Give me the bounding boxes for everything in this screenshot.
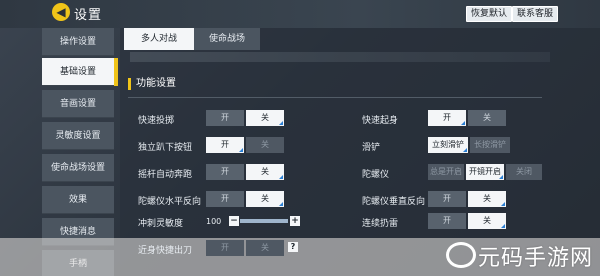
sidebar-item-audio-video[interactable]: 音画设置 — [42, 90, 114, 118]
auto-sprint-label: 摇杆自动奔跑 — [138, 170, 193, 180]
selected-tick-icon — [501, 202, 505, 206]
help-icon[interactable]: ? — [288, 242, 298, 252]
selected-tick-icon — [499, 175, 503, 179]
quick-jump-off[interactable]: 关 — [468, 110, 506, 126]
watermark-text: 元码手游网 — [478, 246, 594, 271]
grenade-label: 连续扔雷 — [362, 219, 399, 229]
watermark-logo-icon — [446, 242, 476, 268]
back-arrow-icon[interactable]: ◀ — [52, 3, 70, 21]
sprint-sensitivity-value: 100 — [206, 217, 222, 226]
melee-on[interactable]: 开 — [206, 240, 244, 256]
reset-default-button[interactable]: 恢复默认 — [466, 6, 513, 22]
sidebar-item-br-settings[interactable]: 使命战场设置 — [42, 154, 114, 182]
active-indicator — [114, 58, 118, 86]
gyro-vertical-label: 陀螺仪垂直反向 — [362, 197, 426, 207]
sidebar-item-basic[interactable]: 基础设置 — [42, 58, 114, 86]
sensitivity-plus-button[interactable]: + — [290, 216, 300, 226]
sensitivity-slider[interactable] — [240, 219, 288, 223]
selected-tick-icon — [279, 121, 283, 125]
selected-tick-icon — [501, 224, 505, 228]
gyro-horizontal-label: 陀螺仪水平反向 — [138, 197, 202, 207]
sidebar-item-effects[interactable]: 效果 — [42, 186, 114, 214]
quick-jump-on[interactable]: 开 — [428, 110, 466, 126]
quick-throw-on[interactable]: 开 — [206, 110, 244, 126]
selected-tick-icon — [239, 148, 243, 152]
divider — [128, 97, 542, 98]
scrolled-row — [130, 52, 550, 62]
slide-instant[interactable]: 立刻滑铲 — [428, 137, 468, 153]
auto-sprint-on[interactable]: 开 — [206, 164, 244, 180]
gyro-horizontal-off[interactable]: 关 — [246, 191, 284, 207]
sidebar-item-operation[interactable]: 操作设置 — [42, 28, 114, 56]
prone-button-on[interactable]: 开 — [206, 137, 244, 153]
grenade-on[interactable]: 开 — [428, 213, 466, 229]
gyro-horizontal-on[interactable]: 开 — [206, 191, 244, 207]
grenade-off[interactable]: 关 — [468, 213, 506, 229]
sprint-sensitivity-label: 冲刺灵敏度 — [138, 219, 184, 229]
gyro-always[interactable]: 总是开启 — [428, 164, 464, 180]
selected-tick-icon — [279, 175, 283, 179]
gyro-vertical-off[interactable]: 关 — [468, 191, 506, 207]
slide-label: 滑铲 — [362, 143, 381, 153]
prone-button-off[interactable]: 关 — [246, 137, 284, 153]
gyro-off[interactable]: 关闭 — [506, 164, 542, 180]
gyro-vertical-on[interactable]: 开 — [428, 191, 466, 207]
sensitivity-minus-button[interactable]: − — [229, 216, 239, 226]
slide-hold[interactable]: 长按滑铲 — [470, 137, 510, 153]
melee-off[interactable]: 关 — [246, 240, 284, 256]
selected-tick-icon — [461, 121, 465, 125]
auto-sprint-off[interactable]: 关 — [246, 164, 284, 180]
tab-multiplayer[interactable]: 多人对战 — [124, 28, 194, 50]
page-title: 设置 — [74, 8, 103, 23]
quick-throw-label: 快速投掷 — [138, 116, 175, 126]
quick-jump-label: 快速起身 — [362, 116, 399, 126]
contact-support-button[interactable]: 联系客服 — [512, 6, 559, 22]
prone-button-label: 独立趴下按钮 — [138, 143, 193, 153]
tab-battle-royale[interactable]: 使命战场 — [194, 28, 260, 50]
section-title: 功能设置 — [128, 78, 176, 90]
selected-tick-icon — [463, 148, 467, 152]
gyro-label: 陀螺仪 — [362, 170, 390, 180]
gyro-ads[interactable]: 开镜开启 — [466, 164, 504, 180]
quick-throw-off[interactable]: 关 — [246, 110, 284, 126]
sidebar-item-sensitivity[interactable]: 灵敏度设置 — [42, 122, 114, 150]
melee-label: 近身快捷出刀 — [138, 246, 193, 256]
selected-tick-icon — [279, 202, 283, 206]
